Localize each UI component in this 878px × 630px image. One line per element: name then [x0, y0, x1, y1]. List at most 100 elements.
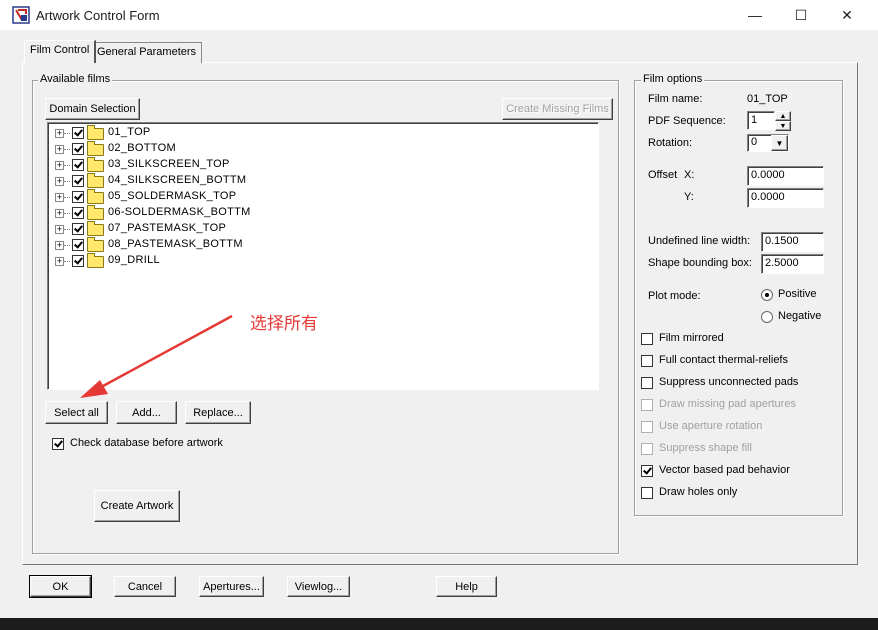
option-checkbox	[641, 443, 653, 455]
film-name: 05_SOLDERMASK_TOP	[108, 190, 237, 202]
film-name: 01_TOP	[108, 126, 151, 138]
option-label: Draw missing pad apertures	[659, 398, 796, 410]
film-row[interactable]: +01_TOP	[48, 125, 348, 141]
option-label: Use aperture rotation	[659, 420, 763, 432]
film-name: 06-SOLDERMASK_BOTTM	[108, 206, 251, 218]
help-button[interactable]: Help	[436, 576, 497, 597]
shape-bounding-box-value: 2.5000	[765, 257, 799, 269]
option-label: Draw holes only	[659, 486, 738, 498]
film-checkbox[interactable]	[72, 127, 84, 139]
expand-icon[interactable]: +	[55, 209, 64, 218]
folder-icon	[87, 125, 104, 140]
tree-connector	[64, 261, 70, 262]
pdf-sequence-up-button[interactable]: ▲	[775, 111, 791, 121]
ok-button[interactable]: OK	[29, 575, 92, 598]
film-row[interactable]: +05_SOLDERMASK_TOP	[48, 189, 348, 205]
film-checkbox[interactable]	[72, 143, 84, 155]
expand-icon[interactable]: +	[55, 257, 64, 266]
folder-icon	[87, 221, 104, 236]
pdf-sequence-input[interactable]: 1	[747, 111, 775, 130]
option-checkbox[interactable]	[641, 487, 653, 499]
plot-mode-label: Plot mode:	[648, 290, 701, 302]
film-checkbox[interactable]	[72, 191, 84, 203]
window-title: Artwork Control Form	[36, 8, 160, 23]
create-artwork-button[interactable]: Create Artwork	[94, 490, 180, 522]
film-checkbox[interactable]	[72, 175, 84, 187]
film-checkbox[interactable]	[72, 239, 84, 251]
expand-icon[interactable]: +	[55, 177, 64, 186]
folder-icon	[87, 173, 104, 188]
cancel-label: Cancel	[127, 580, 163, 593]
film-name: 09_DRILL	[108, 254, 160, 266]
film-row[interactable]: +02_BOTTOM	[48, 141, 348, 157]
folder-icon	[87, 141, 104, 156]
minimize-button[interactable]: —	[732, 0, 778, 30]
domain-selection-button[interactable]: Domain Selection	[45, 98, 140, 120]
pdf-sequence-label: PDF Sequence:	[648, 115, 726, 127]
add-label: Add...	[132, 406, 161, 419]
check-database-checkbox[interactable]	[52, 438, 64, 450]
tab-film-control-label: Film Control	[30, 44, 90, 56]
tree-connector	[64, 197, 70, 198]
offset-label: Offset	[648, 169, 678, 181]
film-row[interactable]: +08_PASTEMASK_BOTTM	[48, 237, 348, 253]
film-checkbox[interactable]	[72, 159, 84, 171]
undefined-line-width-input[interactable]: 0.1500	[761, 232, 824, 252]
cancel-button[interactable]: Cancel	[114, 576, 176, 597]
available-films-label: Available films	[38, 73, 113, 85]
shape-bounding-box-input[interactable]: 2.5000	[761, 254, 824, 274]
rotation-label: Rotation:	[648, 137, 693, 149]
option-checkbox[interactable]	[641, 355, 653, 367]
expand-icon[interactable]: +	[55, 193, 64, 202]
replace-label: Replace...	[193, 406, 243, 419]
option-checkbox[interactable]	[641, 333, 653, 345]
tree-connector	[64, 133, 70, 134]
plot-mode-negative-label: Negative	[778, 310, 822, 322]
option-checkbox[interactable]	[641, 465, 653, 477]
expand-icon[interactable]: +	[55, 129, 64, 138]
background-strip	[0, 618, 878, 630]
undefined-line-width-label: Undefined line width:	[648, 235, 751, 247]
annotation-arrow-icon	[80, 314, 233, 398]
offset-y-label: Y:	[684, 191, 694, 203]
tree-connector	[64, 165, 70, 166]
create-missing-films-label: Create Missing Films	[506, 103, 609, 115]
film-row[interactable]: +09_DRILL	[48, 253, 348, 269]
offset-x-input[interactable]: 0.0000	[747, 166, 824, 186]
film-row[interactable]: +07_PASTEMASK_TOP	[48, 221, 348, 237]
tab-general-parameters[interactable]: General Parameters	[91, 42, 203, 63]
offset-y-input[interactable]: 0.0000	[747, 188, 824, 208]
maximize-button[interactable]: ☐	[778, 0, 824, 30]
film-row[interactable]: +03_SILKSCREEN_TOP	[48, 157, 348, 173]
plot-mode-negative-radio[interactable]	[761, 311, 773, 323]
plot-mode-positive-radio[interactable]	[761, 289, 773, 301]
expand-icon[interactable]: +	[55, 161, 64, 170]
film-checkbox[interactable]	[72, 255, 84, 267]
expand-icon[interactable]: +	[55, 145, 64, 154]
offset-y-value: 0.0000	[751, 191, 785, 203]
expand-icon[interactable]: +	[55, 225, 64, 234]
film-name: 08_PASTEMASK_BOTTM	[108, 238, 243, 250]
folder-icon	[87, 253, 104, 268]
option-checkbox[interactable]	[641, 377, 653, 389]
tree-connector	[64, 213, 70, 214]
apertures-button[interactable]: Apertures...	[199, 576, 264, 597]
folder-icon	[87, 189, 104, 204]
offset-x-label: X:	[684, 169, 695, 181]
chevron-down-icon: ▼	[775, 138, 784, 148]
rotation-dropdown-button[interactable]: ▼	[771, 135, 788, 151]
tree-connector	[64, 229, 70, 230]
folder-icon	[87, 205, 104, 220]
tab-film-control[interactable]: Film Control	[24, 40, 97, 63]
film-row[interactable]: +04_SILKSCREEN_BOTTM	[48, 173, 348, 189]
undefined-line-width-value: 0.1500	[765, 235, 799, 247]
film-checkbox[interactable]	[72, 207, 84, 219]
viewlog-button[interactable]: Viewlog...	[287, 576, 350, 597]
film-checkbox[interactable]	[72, 223, 84, 235]
expand-icon[interactable]: +	[55, 241, 64, 250]
close-icon: ✕	[841, 7, 853, 23]
film-row[interactable]: +06-SOLDERMASK_BOTTM	[48, 205, 348, 221]
film-name: 02_BOTTOM	[108, 142, 176, 154]
pdf-sequence-down-button[interactable]: ▼	[775, 121, 791, 131]
close-button[interactable]: ✕	[824, 0, 870, 30]
